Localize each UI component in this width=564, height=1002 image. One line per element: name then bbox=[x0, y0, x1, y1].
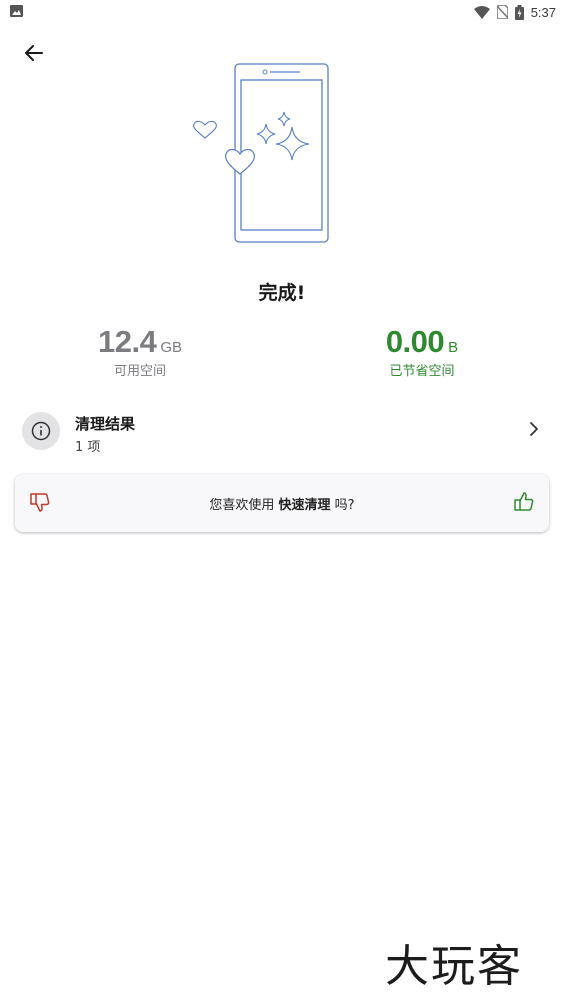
available-space-label: 可用空间 bbox=[113, 364, 166, 379]
info-icon bbox=[22, 412, 60, 450]
no-sim-icon bbox=[496, 5, 508, 19]
clean-result-title: 清理结果 bbox=[75, 415, 136, 433]
like-button[interactable] bbox=[513, 491, 535, 517]
watermark-logo: 大玩客 bbox=[385, 941, 523, 992]
available-space-stat: 12.4 GB 可用空间 bbox=[40, 324, 240, 379]
available-space-unit: GB bbox=[160, 339, 183, 356]
saved-space-unit: B bbox=[448, 339, 459, 356]
image-icon bbox=[10, 5, 23, 17]
clean-result-row[interactable]: 清理结果 1 项 bbox=[14, 404, 550, 462]
wifi-icon bbox=[473, 5, 490, 19]
back-button[interactable] bbox=[18, 38, 50, 68]
feedback-suffix: 吗? bbox=[330, 498, 355, 513]
thumbs-up-icon bbox=[514, 492, 534, 511]
status-bar: 5:37 bbox=[0, 0, 564, 24]
status-time: 5:37 bbox=[530, 4, 556, 20]
phone-sparkle-hearts-illustration bbox=[193, 63, 329, 243]
saved-space-value: 0.00 bbox=[385, 324, 445, 359]
feedback-feature: 快速清理 bbox=[278, 498, 331, 513]
feedback-card: 您喜欢使用 快速清理 吗? bbox=[15, 474, 549, 532]
chevron-right-icon bbox=[530, 422, 538, 436]
completion-title: 完成! bbox=[258, 282, 306, 304]
saved-space-stat: 0.00 B 已节省空间 bbox=[322, 324, 522, 379]
available-space-value: 12.4 bbox=[97, 324, 157, 359]
saved-space-label: 已节省空间 bbox=[389, 364, 455, 379]
feedback-prefix: 您喜欢使用 bbox=[209, 498, 279, 513]
arrow-left-icon bbox=[25, 45, 43, 61]
feedback-question: 您喜欢使用 快速清理 吗? bbox=[15, 494, 549, 513]
clean-result-count: 1 项 bbox=[75, 440, 101, 455]
battery-charging-icon bbox=[514, 4, 524, 20]
